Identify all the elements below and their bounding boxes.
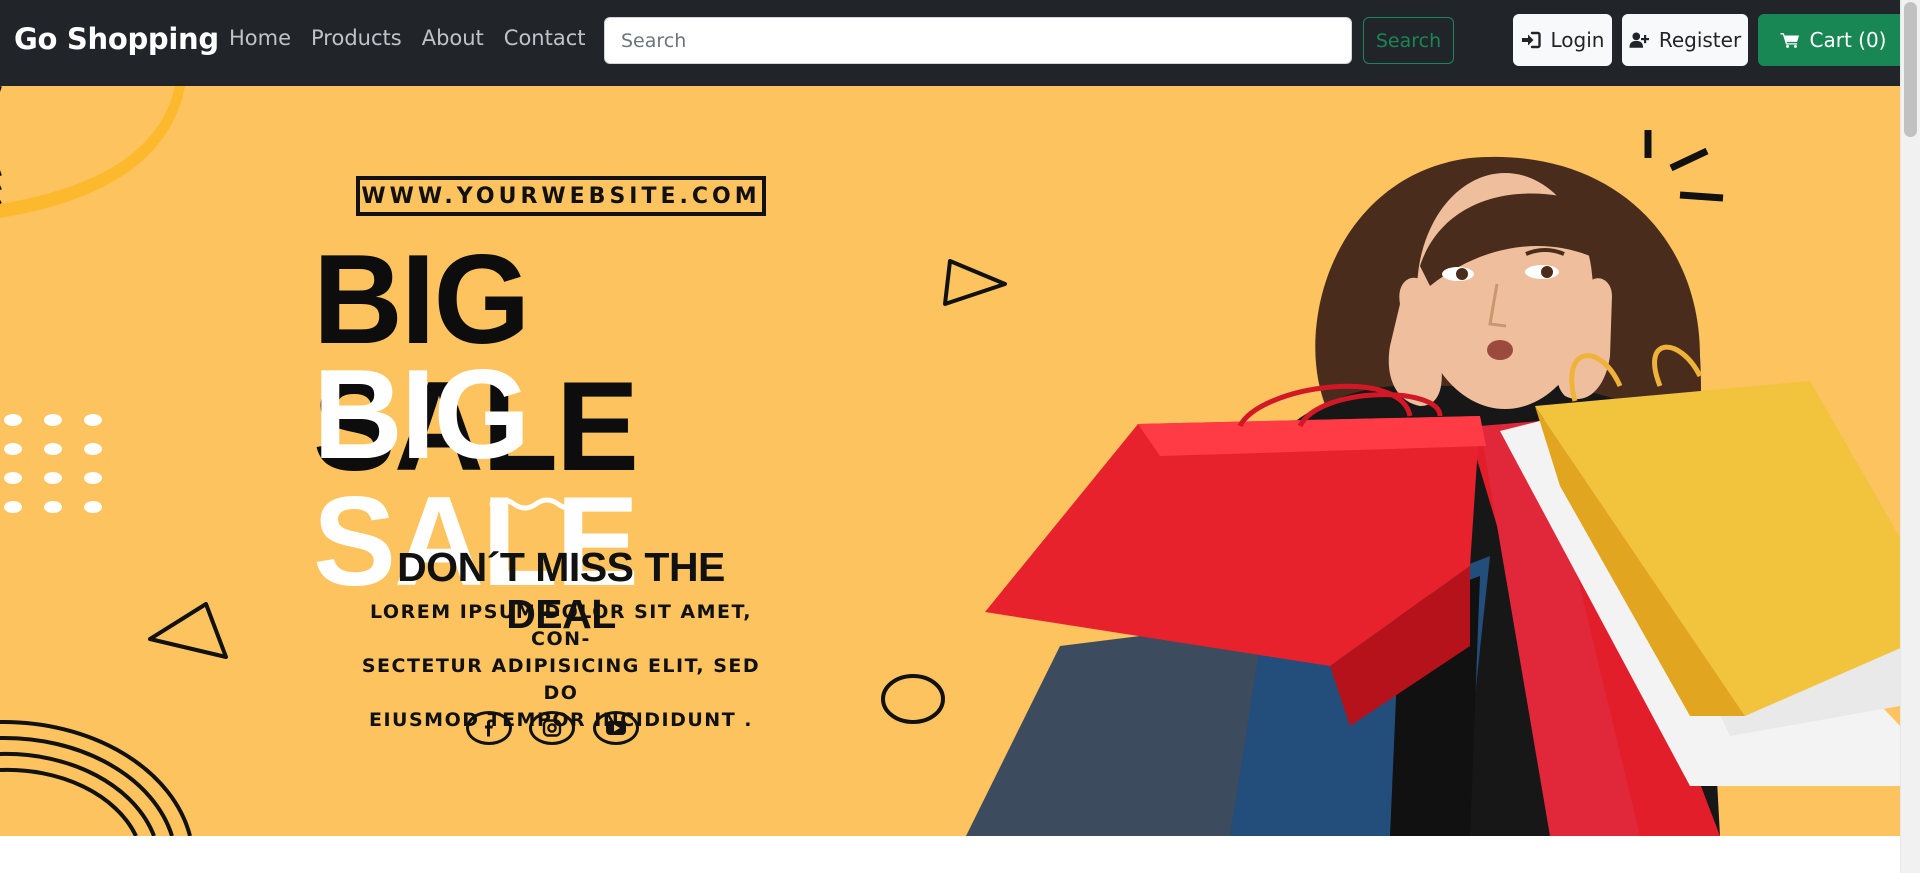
search-input[interactable] [604, 17, 1352, 64]
sign-in-icon [1521, 31, 1541, 49]
youtube-icon [593, 711, 639, 745]
scrollbar-thumb[interactable] [1904, 2, 1917, 137]
register-label: Register [1658, 28, 1742, 52]
nav-link-home[interactable]: Home [229, 26, 291, 50]
page: Go Shopping Home Products About Contact … [0, 0, 1900, 873]
brand-logo[interactable]: Go Shopping [14, 22, 219, 56]
nav-link-about[interactable]: About [422, 26, 484, 50]
instagram-icon [529, 711, 575, 745]
shopping-cart-icon [1779, 33, 1799, 48]
register-button[interactable]: Register [1622, 14, 1748, 66]
cart-button[interactable]: Cart (0) [1758, 14, 1900, 66]
hero-banner[interactable]: WWW.YOURWEBSITE.COM BIG SALE BIG SALE DO… [0, 86, 1900, 836]
nav-links: Home Products About Contact [229, 26, 586, 50]
user-plus-icon [1629, 32, 1649, 48]
nav-link-contact[interactable]: Contact [504, 26, 586, 50]
circle-decoration [881, 674, 945, 724]
login-label: Login [1550, 28, 1605, 52]
triangle-decoration-2 [148, 602, 228, 659]
cart-label: Cart (0) [1809, 28, 1887, 52]
shopper-illustration [966, 156, 1900, 836]
page-scrollbar[interactable] [1900, 0, 1920, 873]
website-url: WWW.YOURWEBSITE.COM [356, 176, 766, 216]
hero-decorations [0, 86, 1900, 836]
spark-decoration [1644, 130, 1724, 202]
dot-grid-decoration [4, 414, 102, 513]
login-button[interactable]: Login [1513, 14, 1612, 66]
arc-decoration-bottom [0, 719, 192, 836]
facebook-icon [466, 711, 512, 745]
promo-body-line: LOREM IPSUM DOLOR SIT AMET, CON- [370, 601, 752, 650]
triangle-decoration-1 [943, 259, 1007, 306]
promo-body-line: SECTETUR ADIPISICING ELIT, SED DO [361, 655, 761, 704]
navbar: Go Shopping Home Products About Contact … [0, 0, 1900, 86]
nav-link-products[interactable]: Products [311, 26, 402, 50]
search-button[interactable]: Search [1363, 17, 1454, 64]
